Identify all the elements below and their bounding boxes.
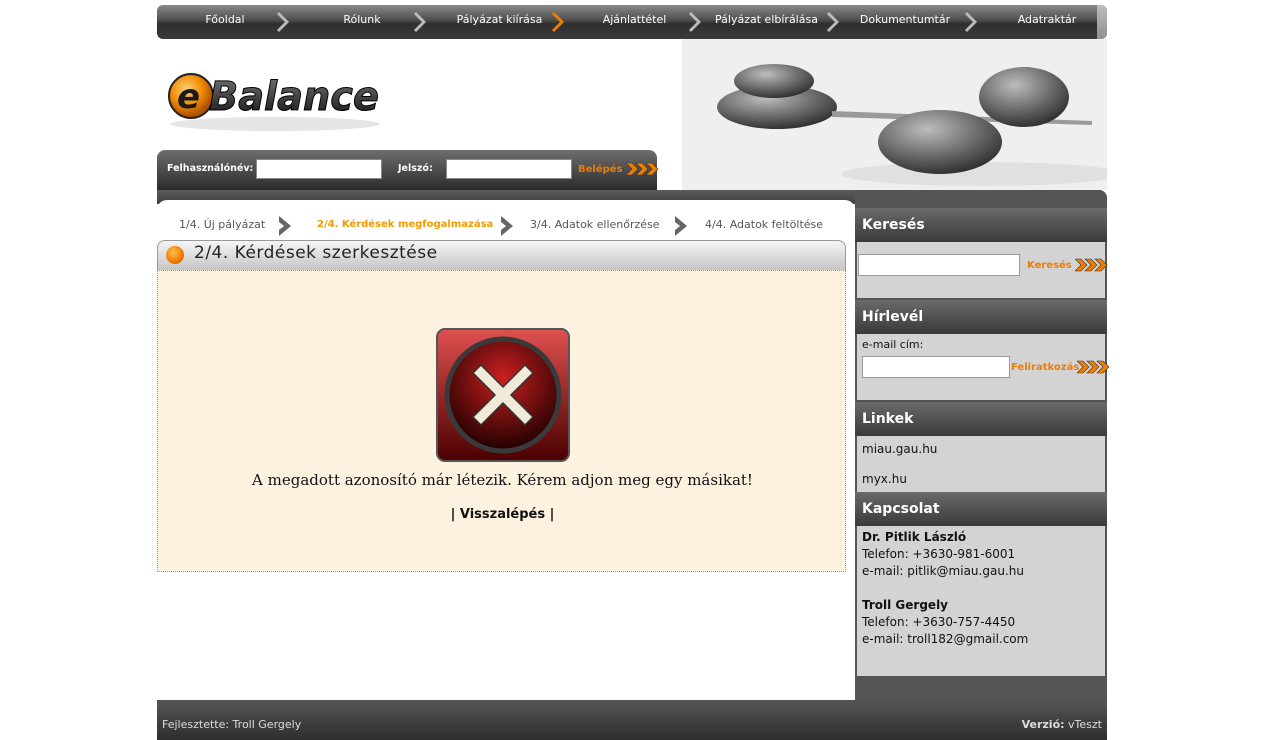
contact-email: e-mail: troll182@gmail.com	[862, 632, 1029, 646]
logo-e: e	[177, 77, 200, 117]
search-input[interactable]	[858, 254, 1020, 276]
contact-name: Troll Gergely	[862, 598, 949, 612]
footer: Fejlesztette: Troll Gergely Verzió: vTes…	[157, 700, 1107, 740]
step-3[interactable]: 3/4. Adatok ellenőrzése	[530, 218, 660, 231]
back-link[interactable]: | Visszalépés |	[158, 507, 847, 522]
nav-item-ajanlattetel[interactable]: Ajánlattétel	[582, 5, 687, 39]
chevron-right-icon	[279, 216, 291, 236]
search-heading: Keresés	[855, 208, 1107, 242]
orange-bullet-icon	[166, 246, 184, 264]
sidebar: Keresés Keresés Hírlevél e-mail cím: Fel…	[855, 190, 1110, 700]
triple-chevron-icon	[1076, 360, 1110, 374]
chevron-right-icon	[414, 12, 426, 32]
chevron-right-icon	[675, 216, 687, 236]
contact-phone: Telefon: +3630-757-4450	[862, 615, 1016, 629]
nav-item-dokumentumtar[interactable]: Dokumentumtár	[849, 5, 961, 39]
login-bar: Felhasználónév: Jelszó: Belépés	[157, 150, 660, 190]
step-4[interactable]: 4/4. Adatok feltöltése	[705, 218, 823, 231]
version-info: Verzió: vTeszt	[1022, 718, 1102, 731]
chevron-right-icon	[827, 12, 839, 32]
version-value: vTeszt	[1068, 718, 1102, 731]
page: Főoldal Rólunk Pályázat kiírása Ajánlatt…	[157, 0, 1110, 740]
developer-credit: Fejlesztette: Troll Gergely	[162, 718, 302, 731]
login-button[interactable]: Belépés	[578, 162, 660, 176]
step-1[interactable]: 1/4. Új pályázat	[179, 218, 265, 231]
link-item[interactable]: miau.gau.hu	[862, 442, 937, 456]
ebalance-logo: e Balance	[168, 73, 380, 131]
search-button-label: Keresés	[1027, 260, 1072, 271]
contact-phone: Telefon: +3630-981-6001	[862, 547, 1016, 561]
chevron-right-icon	[277, 12, 289, 32]
top-navigation: Főoldal Rólunk Pályázat kiírása Ajánlatt…	[157, 5, 1107, 39]
email-label: e-mail cím:	[862, 338, 924, 351]
password-label: Jelszó:	[398, 163, 433, 174]
nav-item-fooldal[interactable]: Főoldal	[175, 5, 275, 39]
contact-name: Dr. Pitlik László	[862, 530, 967, 544]
search-box: Keresés	[857, 242, 1108, 298]
chevron-right-icon	[552, 12, 564, 32]
contact-box: Dr. Pitlik László Telefon: +3630-981-600…	[857, 526, 1105, 676]
link-item[interactable]: myx.hu	[862, 472, 907, 486]
links-box: miau.gau.hu myx.hu	[857, 436, 1105, 492]
search-button[interactable]: Keresés	[1027, 258, 1109, 272]
newsletter-heading: Hírlevél	[855, 300, 1107, 334]
nav-item-rolunk[interactable]: Rólunk	[312, 5, 412, 39]
panel-header: 2/4. Kérdések szerkesztése	[157, 240, 846, 270]
newsletter-box: e-mail cím: Feliratkozás	[857, 334, 1110, 400]
username-input[interactable]	[256, 159, 382, 179]
subscribe-button-label: Feliratkozás	[1011, 362, 1080, 373]
password-input[interactable]	[446, 159, 572, 179]
nav-item-adatraktar[interactable]: Adatraktár	[997, 5, 1097, 39]
chevron-right-icon	[689, 12, 701, 32]
chevron-right-icon	[965, 12, 977, 32]
links-heading: Linkek	[855, 402, 1107, 436]
username-label: Felhasználónév:	[167, 163, 254, 174]
chevron-right-icon	[501, 216, 513, 236]
triple-chevron-icon	[625, 162, 659, 176]
nav-end-cap	[1097, 5, 1107, 39]
triple-chevron-icon	[1074, 258, 1108, 272]
error-message: A megadott azonosító már létezik. Kérem …	[252, 471, 753, 489]
contact-email: e-mail: pitlik@miau.gau.hu	[862, 564, 1024, 578]
nav-item-palyazat-kiirasa[interactable]: Pályázat kiírása	[447, 5, 552, 39]
logo-wordmark: Balance	[209, 74, 379, 120]
contact-heading: Kapcsolat	[855, 492, 1107, 526]
error-x-icon	[436, 328, 570, 462]
newsletter-email-input[interactable]	[862, 356, 1010, 378]
panel-title: 2/4. Kérdések szerkesztése	[194, 243, 438, 263]
version-label: Verzió:	[1021, 718, 1065, 731]
nav-item-palyazat-elbiralasa[interactable]: Pályázat elbírálása	[709, 5, 824, 39]
login-button-label: Belépés	[578, 164, 623, 175]
balancing-stones-image	[682, 39, 1107, 190]
subscribe-button[interactable]: Feliratkozás	[1011, 360, 1111, 374]
panel-body: A megadott azonosító már létezik. Kérem …	[157, 270, 846, 572]
step-2-active[interactable]: 2/4. Kérdések megfogalmazása	[317, 219, 493, 230]
